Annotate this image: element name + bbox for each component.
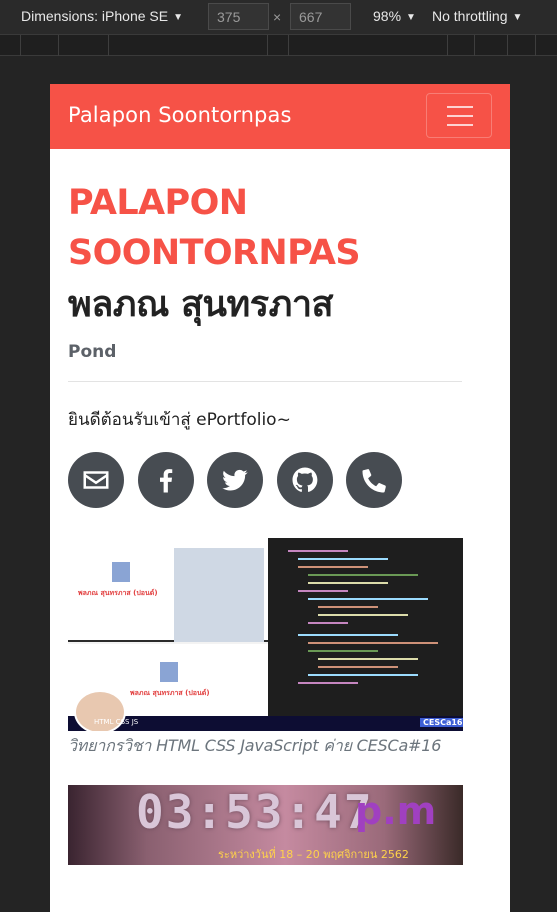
portfolio-image[interactable]: พลภณ สุนทรภาส (ปอนด์) พลภณ สุนทรภาส (ปอน… xyxy=(68,538,463,731)
code-line xyxy=(308,650,378,652)
banner-badge: CESCa16 xyxy=(420,718,463,727)
code-line xyxy=(298,566,368,568)
width-input[interactable]: 375 xyxy=(208,3,269,30)
devtools-toolbar: Dimensions: iPhone SE ▼ 375 × 667 98% ▼ No… xyxy=(0,0,557,34)
navbar: Palapon Soontornpas xyxy=(50,84,510,149)
ruler-segment[interactable] xyxy=(0,35,21,56)
code-line xyxy=(308,582,388,584)
hamburger-icon xyxy=(447,115,473,117)
social-links xyxy=(68,452,492,508)
welcome-text: ยินดีต้อนรับเข้าสู่ ePortfolio~ xyxy=(68,410,291,430)
twitter-button[interactable] xyxy=(207,452,263,508)
nickname: Pond xyxy=(68,342,117,362)
code-line xyxy=(308,642,438,644)
media-query-ruler[interactable] xyxy=(0,34,557,56)
code-line xyxy=(308,598,428,600)
clock-ampm: p.m xyxy=(355,789,437,833)
portfolio-image[interactable]: 03:53:47 p.m ระหว่างวันที่ 18 – 20 พฤศจิ… xyxy=(68,785,463,865)
code-line xyxy=(298,590,348,592)
device-dropdown[interactable]: Dimensions: iPhone SE ▼ xyxy=(21,8,183,24)
name-thai: พลภณ สุนทรภาส xyxy=(68,284,334,325)
code-line xyxy=(318,614,408,616)
times-icon: × xyxy=(273,9,282,25)
code-line xyxy=(298,634,398,636)
code-line xyxy=(298,682,358,684)
email-button[interactable] xyxy=(68,452,124,508)
device-dropdown-label: Dimensions: iPhone SE xyxy=(21,8,169,24)
code-line xyxy=(308,674,418,676)
code-line xyxy=(318,658,418,660)
throttle-dropdown[interactable]: No throttling ▼ xyxy=(432,8,522,24)
banner-tag: HTML CSS JS xyxy=(94,718,139,726)
avatar xyxy=(112,562,130,582)
clock-display: 03:53:47 xyxy=(136,785,374,839)
hamburger-icon xyxy=(447,124,473,126)
device-viewport: Palapon Soontornpas PALAPON SOONTORNPAS … xyxy=(50,84,510,912)
ruler-segment[interactable] xyxy=(109,35,268,56)
code-line xyxy=(318,666,398,668)
name-english-line2: SOONTORNPAS xyxy=(68,233,361,273)
code-line xyxy=(288,550,348,552)
ruler-segment[interactable] xyxy=(448,35,475,56)
github-icon xyxy=(292,467,317,492)
twitter-icon xyxy=(222,469,248,491)
ruler-segment[interactable] xyxy=(289,35,448,56)
name-english: PALAPON SOONTORNPAS xyxy=(68,178,492,278)
facebook-icon xyxy=(159,469,172,493)
menu-toggle-button[interactable] xyxy=(426,93,492,138)
screenshot-title: พลภณ สุนทรภาส (ปอนด์) xyxy=(130,689,210,697)
chevron-down-icon: ▼ xyxy=(512,12,523,23)
zoom-label: 98% xyxy=(373,8,402,24)
ruler-segment[interactable] xyxy=(268,35,289,56)
divider xyxy=(68,381,462,382)
github-button[interactable] xyxy=(276,452,333,508)
ruler-segment[interactable] xyxy=(475,35,508,56)
portfolio-caption: วิทยากรวิชา HTML CSS JavaScript ค่าย CES… xyxy=(68,736,442,755)
code-editor xyxy=(268,538,463,731)
browser-pane xyxy=(174,548,264,642)
avatar xyxy=(160,662,178,682)
photo-subtitle: ระหว่างวันที่ 18 – 20 พฤศจิกายน 2562 xyxy=(218,848,409,861)
hamburger-icon xyxy=(447,106,473,108)
facebook-button[interactable] xyxy=(137,452,194,508)
navbar-brand[interactable]: Palapon Soontornpas xyxy=(68,103,292,127)
phone-icon xyxy=(362,469,386,493)
ruler-segment[interactable] xyxy=(21,35,59,56)
code-line xyxy=(308,622,348,624)
chevron-down-icon: ▼ xyxy=(406,12,416,23)
chevron-down-icon: ▼ xyxy=(173,12,183,23)
phone-button[interactable] xyxy=(346,452,402,508)
ruler-segment[interactable] xyxy=(508,35,536,56)
screenshot-title: พลภณ สุนทรภาส (ปอนด์) xyxy=(78,589,158,597)
code-line xyxy=(318,606,378,608)
ruler-segment[interactable] xyxy=(59,35,109,56)
zoom-dropdown[interactable]: 98% ▼ xyxy=(373,8,416,24)
main-content: PALAPON SOONTORNPAS พลภณ สุนทรภาส Pond ย… xyxy=(50,178,510,865)
name-english-line1: PALAPON xyxy=(68,183,248,223)
code-line xyxy=(298,558,388,560)
throttle-label: No throttling xyxy=(432,8,508,24)
height-input[interactable]: 667 xyxy=(290,3,351,30)
code-line xyxy=(308,574,418,576)
envelope-icon xyxy=(83,471,109,489)
